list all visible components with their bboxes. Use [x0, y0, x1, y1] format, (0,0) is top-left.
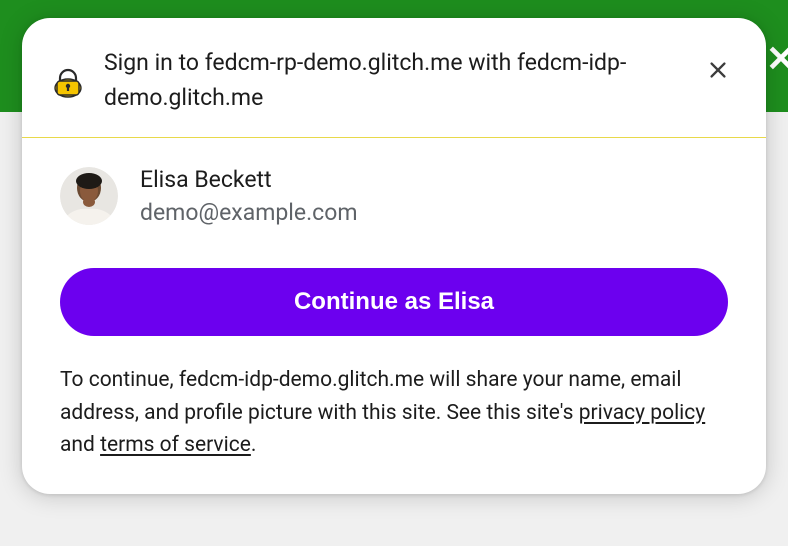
account-info: Elisa Beckett demo@example.com: [140, 166, 358, 226]
disclosure-idp-domain: fedcm-idp-demo.glitch.me: [179, 368, 424, 392]
disclosure-suffix: .: [251, 433, 257, 457]
dialog-header: Sign in to fedcm-rp-demo.glitch.me with …: [22, 18, 766, 138]
close-button[interactable]: [698, 50, 738, 90]
fedcm-sign-in-dialog: Sign in to fedcm-rp-demo.glitch.me with …: [22, 18, 766, 494]
terms-of-service-link[interactable]: terms of service: [100, 433, 251, 457]
account-name: Elisa Beckett: [140, 166, 358, 193]
lock-icon: [50, 63, 86, 99]
disclosure-text: To continue, fedcm-idp-demo.glitch.me wi…: [60, 364, 728, 462]
title-prefix: Sign in to: [104, 49, 205, 76]
disclosure-prefix: To continue,: [60, 368, 179, 392]
background-close-icon: ✕: [766, 38, 788, 80]
dialog-title: Sign in to fedcm-rp-demo.glitch.me with …: [104, 46, 680, 115]
privacy-policy-link[interactable]: privacy policy: [579, 401, 706, 425]
title-mid: with: [463, 49, 517, 76]
account-email: demo@example.com: [140, 199, 358, 226]
disclosure-and: and: [60, 433, 100, 457]
rp-domain: fedcm-rp-demo.glitch.me: [205, 49, 463, 76]
account-row: Elisa Beckett demo@example.com: [22, 138, 766, 240]
continue-button[interactable]: Continue as Elisa: [60, 268, 728, 336]
avatar: [60, 167, 118, 225]
